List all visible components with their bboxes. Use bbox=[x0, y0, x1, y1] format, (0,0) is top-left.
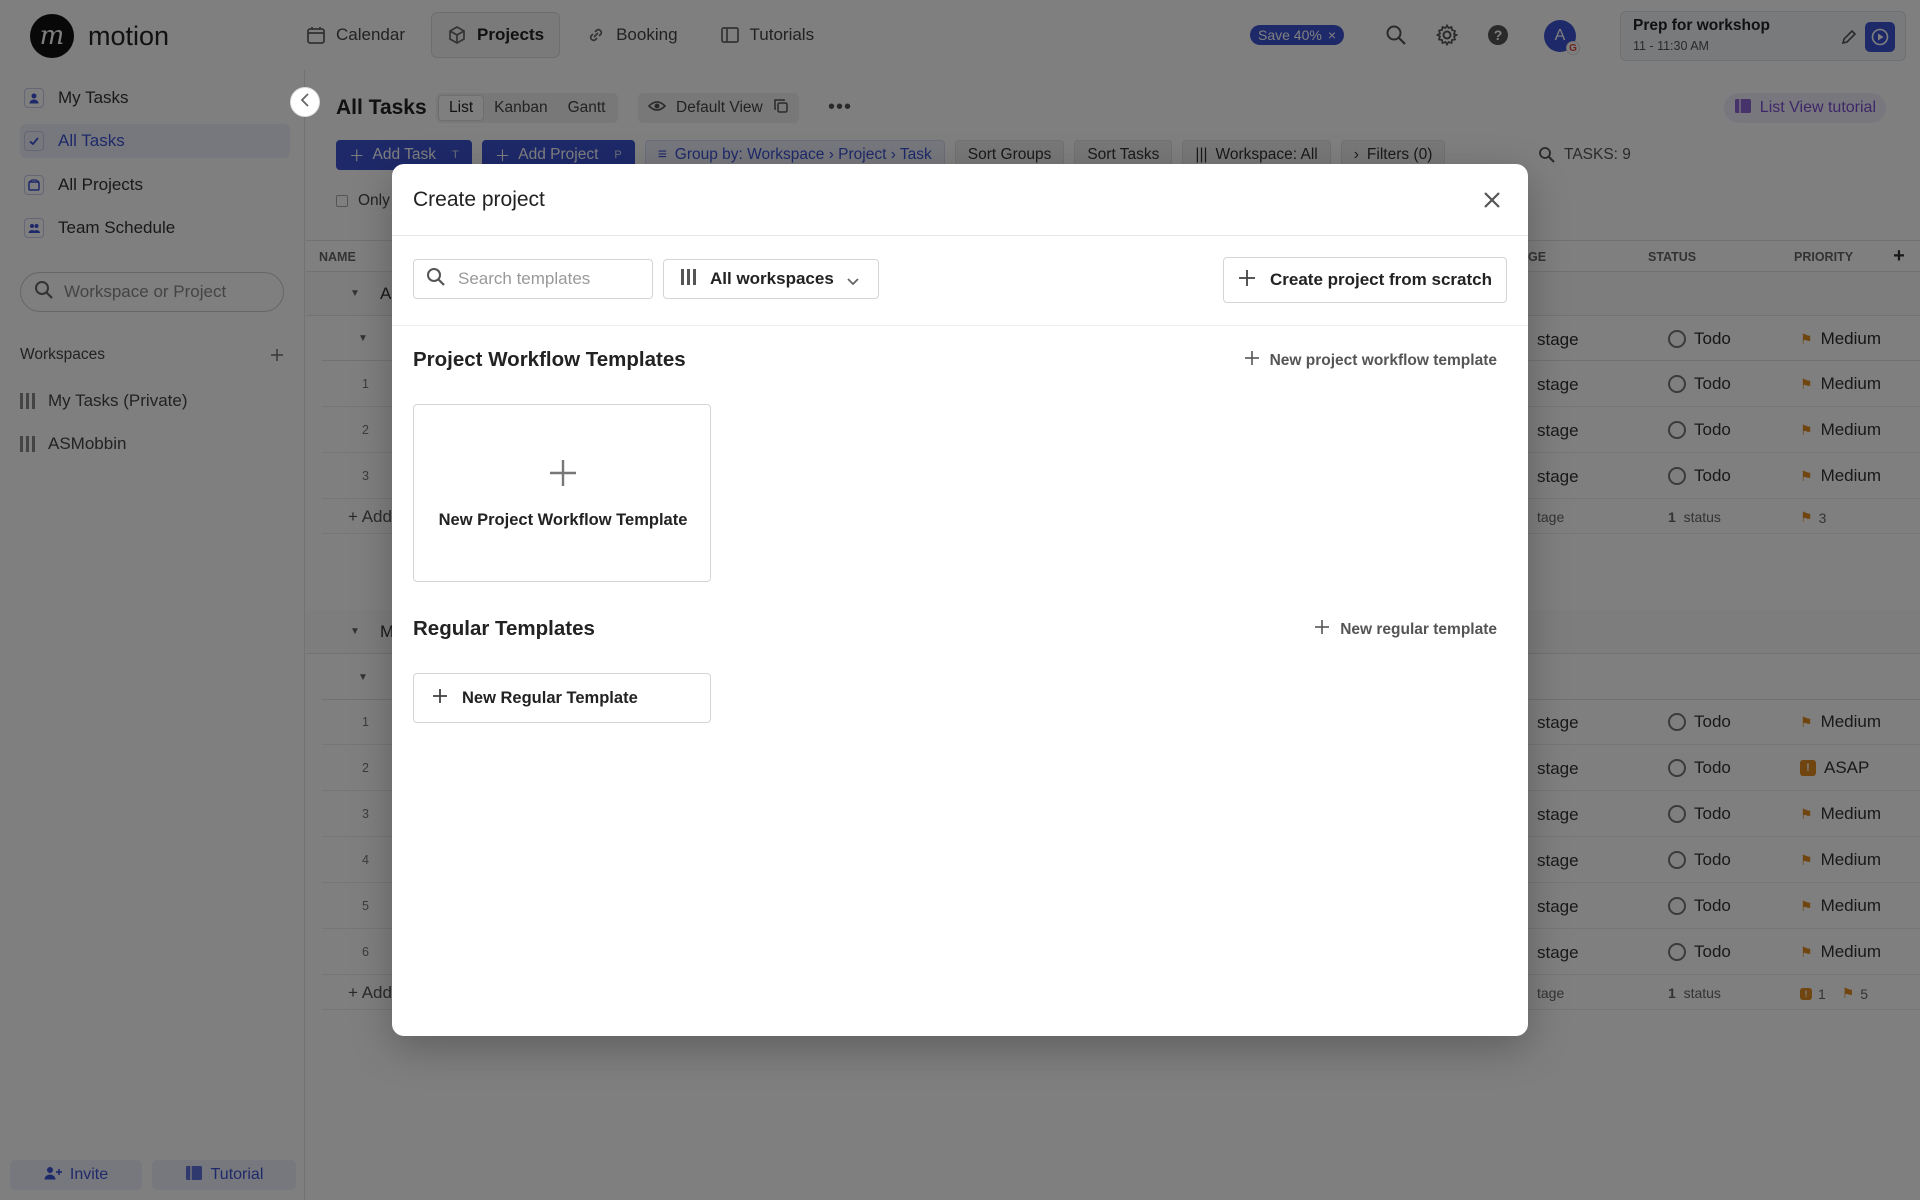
new-workflow-template-card[interactable]: New Project Workflow Template bbox=[413, 404, 711, 582]
new-regular-template-label: New regular template bbox=[1340, 620, 1497, 638]
regular-templates-heading: Regular Templates bbox=[413, 617, 595, 640]
create-project-modal: Create project Search templates All work… bbox=[392, 164, 1528, 1036]
new-regular-template-button-label: New Regular Template bbox=[462, 688, 638, 707]
new-regular-template-link[interactable]: New regular template bbox=[1314, 619, 1497, 640]
template-filter-bar: Search templates All workspaces Create p… bbox=[392, 236, 1528, 326]
workspace-select-label: All workspaces bbox=[710, 269, 834, 288]
modal-header: Create project bbox=[392, 164, 1528, 236]
template-search-placeholder: Search templates bbox=[458, 269, 591, 288]
workspace-icon bbox=[680, 268, 698, 290]
collapse-sidebar-button[interactable] bbox=[290, 87, 320, 117]
new-regular-template-button[interactable]: New Regular Template bbox=[413, 673, 711, 723]
modal-title: Create project bbox=[413, 188, 545, 211]
workflow-card-label: New Project Workflow Template bbox=[438, 511, 688, 529]
create-from-scratch-button[interactable]: Create project from scratch bbox=[1223, 257, 1507, 303]
plus-icon bbox=[1244, 350, 1260, 371]
plus-icon bbox=[432, 688, 448, 709]
template-search-input[interactable]: Search templates bbox=[413, 259, 653, 299]
workflow-templates-heading: Project Workflow Templates bbox=[413, 348, 686, 371]
plus-icon bbox=[1314, 619, 1330, 640]
chevron-down-icon bbox=[846, 272, 860, 292]
workspace-select[interactable]: All workspaces bbox=[663, 259, 879, 299]
close-icon[interactable] bbox=[1478, 186, 1506, 214]
new-workflow-template-label: New project workflow template bbox=[1269, 351, 1497, 369]
new-workflow-template-link[interactable]: New project workflow template bbox=[1244, 350, 1497, 371]
search-icon bbox=[426, 267, 446, 292]
plus-icon bbox=[1238, 269, 1256, 292]
plus-icon bbox=[545, 455, 581, 491]
create-from-scratch-label: Create project from scratch bbox=[1269, 270, 1493, 289]
chevron-left-icon bbox=[300, 92, 310, 112]
